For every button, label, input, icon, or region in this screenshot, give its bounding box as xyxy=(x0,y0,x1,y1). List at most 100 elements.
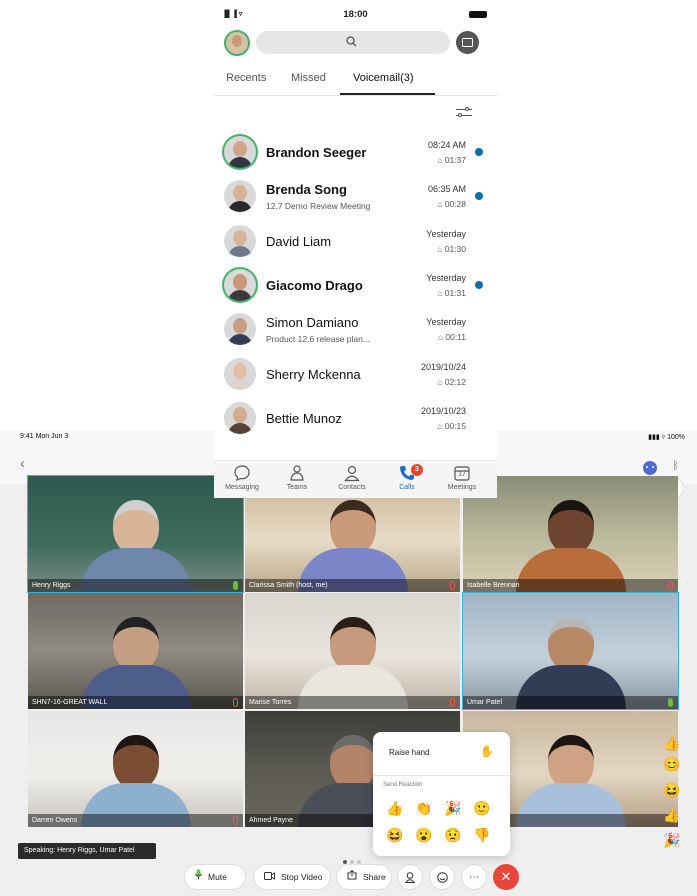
voicemail-duration: ⌂ 00:11 xyxy=(438,332,466,342)
tab-teams[interactable]: Teams xyxy=(269,464,325,491)
raise-hand-label[interactable]: Raise hand xyxy=(389,748,429,757)
voicemail-icon: ⌂ xyxy=(437,376,445,387)
voicemail-icon: ⌂ xyxy=(437,420,445,431)
reaction-emoji-button[interactable]: 😮 xyxy=(414,825,434,845)
voicemail-row[interactable]: Bettie Munoz 2019/10/23 ⌂ 00:15 xyxy=(214,396,497,440)
contact-avatar[interactable] xyxy=(224,224,256,257)
phone-screen: ▐▌▐ ▿ 18:00 Recents Missed Voicemail(3) … xyxy=(214,0,497,498)
more-icon: ⋯ xyxy=(469,872,479,883)
reaction-emoji-button[interactable]: 😆 xyxy=(385,825,405,845)
contact-avatar[interactable] xyxy=(224,180,256,213)
voicemail-row[interactable]: Simon Damiano Product 12.6 release plan..… xyxy=(214,307,497,351)
microphone-muted-icon xyxy=(233,698,238,707)
participant-name-label: Umar Patel xyxy=(463,696,678,709)
more-options-button[interactable]: ⋯ xyxy=(461,864,487,890)
mute-button[interactable]: Mute xyxy=(184,864,246,890)
avatar-body xyxy=(228,201,252,213)
raise-hand-icon[interactable]: ✋ xyxy=(480,745,494,758)
reaction-emoji-button[interactable]: 👍 xyxy=(385,798,405,818)
participant-head xyxy=(329,617,376,671)
end-call-button[interactable]: ✕ xyxy=(493,864,519,890)
filter-icon[interactable] xyxy=(456,106,472,118)
share-label: Share xyxy=(363,872,386,882)
tablet-status-time: 9:41 Mon Jun 3 xyxy=(20,433,69,440)
back-chevron-icon[interactable]: ‹ xyxy=(20,456,25,471)
close-icon: ✕ xyxy=(500,869,512,884)
participant-head xyxy=(329,500,376,554)
participant-head xyxy=(112,500,159,554)
screen-share-icon[interactable] xyxy=(456,31,479,54)
unread-dot xyxy=(475,148,483,156)
voicemail-duration: ⌂ 02:12 xyxy=(437,377,466,387)
microphone-icon xyxy=(195,865,202,889)
duration-value: 01:37 xyxy=(444,155,466,165)
search-bar[interactable] xyxy=(256,31,450,54)
call-tabs: Recents Missed Voicemail(3) xyxy=(214,62,497,96)
teams-icon xyxy=(288,464,306,482)
assistant-bot-icon[interactable] xyxy=(643,461,657,475)
video-tile[interactable]: Umar Patel xyxy=(462,592,679,710)
tab-recents[interactable]: Recents xyxy=(226,72,266,84)
tab-voicemail[interactable]: Voicemail(3) xyxy=(353,72,414,84)
reaction-emoji-button[interactable]: 👏 xyxy=(414,798,434,818)
phone-status-bar: ▐▌▐ ▿ 18:00 xyxy=(214,0,497,28)
reaction-emoji-button[interactable]: 👎 xyxy=(472,825,492,845)
my-avatar[interactable] xyxy=(224,30,250,56)
contact-avatar[interactable] xyxy=(224,136,256,168)
voicemail-row[interactable]: Brandon Seeger 08:24 AM ⌂ 01:37 xyxy=(214,130,497,174)
voicemail-row[interactable]: David Liam Yesterday ⌂ 01:30 xyxy=(214,219,497,263)
tab-calls[interactable]: 3 Calls xyxy=(379,464,435,491)
voicemail-icon: ⌂ xyxy=(437,243,445,254)
bluetooth-icon[interactable]: ᛒ xyxy=(672,461,679,472)
tab-missed[interactable]: Missed xyxy=(291,72,326,84)
contact-avatar[interactable] xyxy=(224,357,256,390)
voicemail-time: Yesterday xyxy=(426,228,466,239)
reaction-emoji-button[interactable]: 🙂 xyxy=(472,798,492,818)
tab-label: Contacts xyxy=(338,484,366,491)
tab-label: Meetings xyxy=(447,484,477,491)
reaction-emoji-button[interactable]: 🎉 xyxy=(443,798,463,818)
participant-name-label: SHN7-16-GREAT WALL xyxy=(28,696,243,709)
participant-name-label: Clarissa Smith (host, me) xyxy=(245,579,460,592)
reaction-emoji-button[interactable]: 😟 xyxy=(443,825,463,845)
tab-meetings[interactable]: 17 Meetings xyxy=(434,464,490,491)
avatar-face xyxy=(233,318,247,335)
tab-contacts[interactable]: Contacts xyxy=(324,464,380,491)
floating-reaction-emoji: 👍 xyxy=(663,735,681,751)
reactions-button[interactable] xyxy=(429,864,455,890)
microphone-muted-icon xyxy=(233,816,238,825)
voicemail-row[interactable]: Sherry Mckenna 2019/10/24 ⌂ 02:12 xyxy=(214,352,497,396)
participant-name-label: Henry Riggs xyxy=(28,579,243,592)
video-tile[interactable]: Marise Torres xyxy=(245,593,460,709)
voicemail-duration: ⌂ 01:30 xyxy=(437,244,466,254)
contact-avatar[interactable] xyxy=(224,401,256,434)
participant-name-label: Marise Torres xyxy=(245,696,460,709)
speaking-indicator: Speaking: Henry Riggs, Umar Patel xyxy=(18,843,156,859)
video-tile[interactable]: SHN7-16-GREAT WALL xyxy=(28,593,243,709)
duration-value: 00:11 xyxy=(445,332,466,343)
contact-avatar[interactable] xyxy=(224,268,256,301)
voicemail-row[interactable]: Giacomo Drago Yesterday ⌂ 01:31 xyxy=(214,263,497,307)
participants-button[interactable] xyxy=(397,864,423,890)
share-button[interactable]: Share xyxy=(336,864,392,890)
voicemail-time: 2019/10/24 xyxy=(420,361,466,372)
participant-head xyxy=(547,735,594,789)
send-reaction-label: Send Reaction xyxy=(383,782,423,788)
duration-value: 02:12 xyxy=(444,376,466,387)
contact-name: Giacomo Drago xyxy=(266,277,363,293)
video-tile[interactable]: Darren Owens xyxy=(28,711,243,827)
tab-messaging[interactable]: Messaging xyxy=(214,464,270,491)
avatar-body xyxy=(228,334,252,346)
voicemail-time: 08:24 AM xyxy=(427,140,466,150)
stop-video-button[interactable]: Stop Video xyxy=(253,864,331,890)
mute-label: Mute xyxy=(208,872,227,882)
voicemail-row[interactable]: Brenda Song 12.7 Demo Review Meeting 06:35… xyxy=(214,174,497,218)
video-tile[interactable]: Henry Riggs xyxy=(27,475,244,593)
chat-icon xyxy=(233,464,251,482)
contact-avatar[interactable] xyxy=(224,313,256,346)
video-camera-icon xyxy=(264,865,275,889)
floating-reaction-emoji: 👍 xyxy=(663,807,681,823)
participant-head xyxy=(329,735,376,789)
search-icon xyxy=(346,36,357,47)
avatar-body xyxy=(228,422,252,434)
